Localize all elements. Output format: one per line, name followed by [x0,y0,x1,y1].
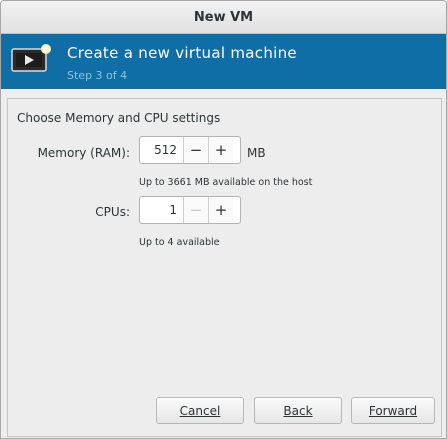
back-button[interactable]: Back [254,397,342,424]
window-title: New VM [193,9,254,25]
window-titlebar[interactable]: New VM [1,1,446,34]
memory-label: Memory (RAM): [37,146,130,160]
memory-unit: MB [247,146,266,160]
memory-decrement-button[interactable]: − [183,137,208,163]
cpus-increment-button[interactable]: + [208,197,233,223]
memory-input[interactable]: 512 [140,137,183,163]
cpus-spinbutton[interactable]: 1 − + [139,196,241,224]
wizard-step: Step 3 of 4 [67,69,128,82]
cpus-label: CPUs: [95,205,130,219]
memory-spinbutton[interactable]: 512 − + [139,136,241,164]
wizard-title: Create a new virtual machine [67,44,297,62]
cpus-hint: Up to 4 available [139,237,220,248]
memory-hint: Up to 3661 MB available on the host [139,177,313,188]
new-vm-dialog: New VM Create a new virtual machine Step… [0,0,447,439]
memory-increment-button[interactable]: + [208,137,233,163]
wizard-banner: Create a new virtual machine Step 3 of 4 [1,34,446,89]
cpus-decrement-button[interactable]: − [183,197,208,223]
forward-button[interactable]: Forward [351,397,435,424]
cancel-button[interactable]: Cancel [156,397,244,424]
virtual-machine-monitor-icon [11,44,51,72]
section-heading: Choose Memory and CPU settings [17,111,221,125]
cpus-input[interactable]: 1 [140,197,183,223]
settings-panel: Choose Memory and CPU settings Memory (R… [7,98,442,437]
